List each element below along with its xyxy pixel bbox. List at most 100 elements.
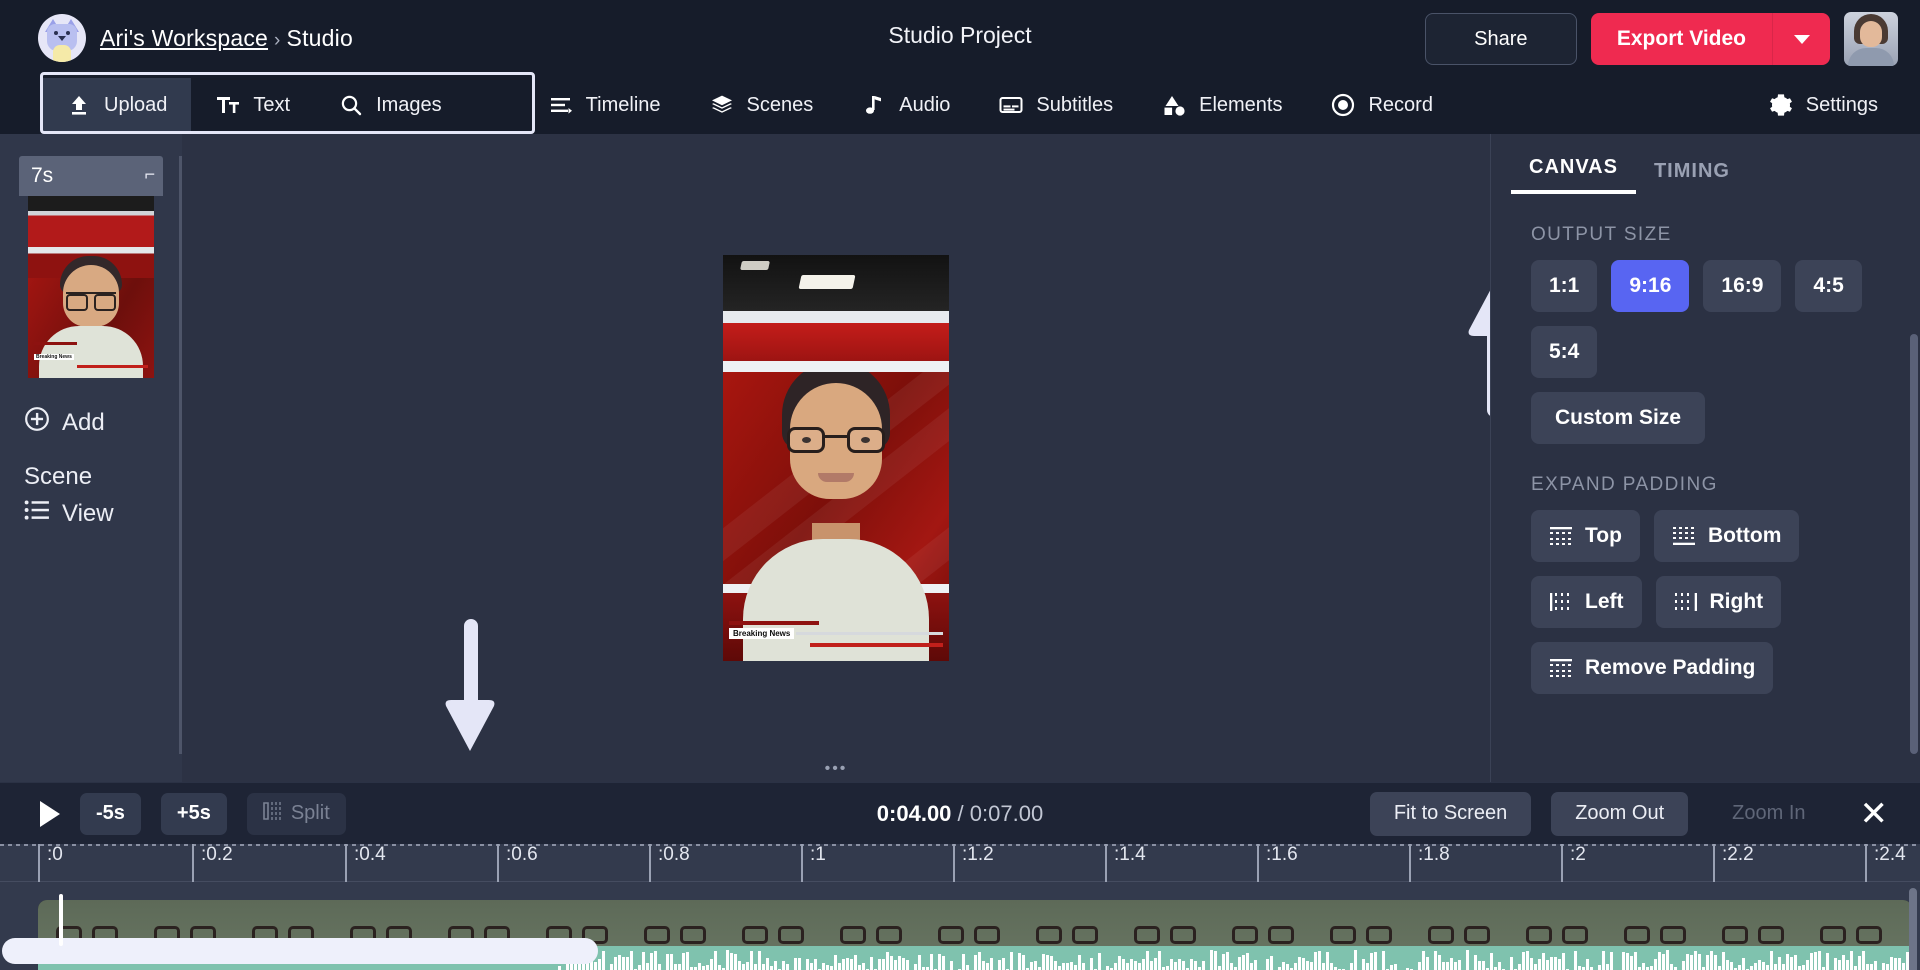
tab-upload[interactable]: Upload xyxy=(42,78,191,132)
remove-padding-button[interactable]: Remove Padding xyxy=(1531,642,1773,694)
waveform-peak xyxy=(1490,953,1493,970)
split-button[interactable]: Split xyxy=(247,793,346,835)
waveform-peak xyxy=(658,964,661,970)
padding-group-3: Remove Padding xyxy=(1491,642,1920,694)
tab-subtitles[interactable]: Subtitles xyxy=(974,78,1137,132)
scene-view-label: View xyxy=(62,500,114,528)
scene-thumbnail[interactable]: Breaking News xyxy=(28,196,154,378)
waveform-peak xyxy=(870,957,873,970)
waveform-peak xyxy=(742,964,745,970)
back-5s-button[interactable]: -5s xyxy=(80,793,141,835)
export-video-button[interactable]: Export Video xyxy=(1591,13,1772,65)
waveform-peak xyxy=(1550,957,1553,970)
waveform-peak xyxy=(1426,957,1429,970)
zoom-in-button: Zoom In xyxy=(1708,792,1829,836)
pad-top-icon xyxy=(1549,526,1573,546)
avatar[interactable] xyxy=(1844,12,1898,66)
ruler-tick: :2.2 xyxy=(1713,844,1754,882)
padding-right-button[interactable]: Right xyxy=(1656,576,1782,628)
tab-elements[interactable]: Elements xyxy=(1137,78,1306,132)
waveform-peak xyxy=(1366,963,1369,970)
waveform-peak xyxy=(1146,951,1149,970)
ratio-9-16-button[interactable]: 9:16 xyxy=(1611,260,1689,312)
waveform-peak xyxy=(1850,951,1853,970)
waveform-peak xyxy=(1534,964,1537,970)
scenes-rail: 7s ⌐ Breaking News xyxy=(0,134,182,782)
ratio-16-9-button[interactable]: 16:9 xyxy=(1703,260,1781,312)
waveform-peak xyxy=(682,953,685,970)
waveform-peak xyxy=(842,959,845,970)
breadcrumb-workspace[interactable]: Ari's Workspace xyxy=(100,25,268,51)
tab-timing[interactable]: TIMING xyxy=(1636,160,1748,194)
canvas-area[interactable]: Breaking News ••• xyxy=(182,134,1490,782)
export-options-chevron-down-icon[interactable] xyxy=(1772,13,1830,65)
waveform-peak xyxy=(1350,963,1353,970)
waveform-peak xyxy=(1374,952,1377,970)
tab-settings[interactable]: Settings xyxy=(1744,78,1902,132)
play-icon[interactable] xyxy=(40,801,60,827)
remove-padding-label: Remove Padding xyxy=(1585,656,1755,680)
add-scene-button[interactable]: Add xyxy=(0,406,182,439)
waveform-peak xyxy=(598,959,601,970)
tab-canvas[interactable]: CANVAS xyxy=(1511,156,1636,194)
tab-audio[interactable]: Audio xyxy=(837,78,974,132)
waveform-peak xyxy=(1726,960,1729,970)
timeline-panel[interactable]: :0 :0.2 :0.4 :0.6 :0.8 :1 :1.2 :1.4 :1.6… xyxy=(0,844,1920,970)
forward-5s-button[interactable]: +5s xyxy=(161,793,227,835)
tab-timeline[interactable]: Timeline xyxy=(524,78,685,132)
timeline-ruler[interactable]: :0 :0.2 :0.4 :0.6 :0.8 :1 :1.2 :1.4 :1.6… xyxy=(0,844,1920,882)
ruler-tick: :0.4 xyxy=(345,844,386,882)
waveform-peak xyxy=(1234,967,1237,970)
waveform-peak xyxy=(1790,957,1793,970)
tab-images[interactable]: Images xyxy=(314,78,466,132)
padding-left-button[interactable]: Left xyxy=(1531,576,1642,628)
ratio-1-1-button[interactable]: 1:1 xyxy=(1531,260,1597,312)
video-preview[interactable]: Breaking News xyxy=(723,255,949,661)
pad-bottom-icon xyxy=(1672,526,1696,546)
padding-bottom-button[interactable]: Bottom xyxy=(1654,510,1799,562)
tab-scenes[interactable]: Scenes xyxy=(685,78,838,132)
waveform-peak xyxy=(1058,966,1061,970)
panel-resize-grip[interactable]: ••• xyxy=(825,760,848,778)
crop-bracket-icon: ⌐ xyxy=(144,164,155,185)
waveform-peak xyxy=(1478,961,1481,970)
properties-scrollbar[interactable] xyxy=(1910,334,1918,754)
waveform-peak xyxy=(1558,959,1561,970)
waveform-peak xyxy=(830,966,833,970)
waveform-peak xyxy=(1034,961,1037,970)
cat-avatar-icon[interactable] xyxy=(38,14,86,62)
scene-view-button[interactable]: View xyxy=(0,499,182,528)
padding-top-label: Top xyxy=(1585,524,1622,548)
scene-duration-chip[interactable]: 7s ⌐ xyxy=(19,156,163,196)
waveform-peak xyxy=(1886,964,1889,970)
waveform-peak xyxy=(1306,961,1309,970)
waveform-peak xyxy=(714,951,717,970)
tab-record[interactable]: Record xyxy=(1306,78,1456,132)
ratio-4-5-button[interactable]: 4:5 xyxy=(1795,260,1861,312)
waveform-peak xyxy=(1658,952,1661,970)
close-icon[interactable]: ✕ xyxy=(1850,797,1899,831)
waveform-peak xyxy=(646,963,649,970)
playhead[interactable] xyxy=(59,894,63,946)
share-button[interactable]: Share xyxy=(1425,13,1577,65)
waveform-peak xyxy=(762,964,765,970)
waveform-peak xyxy=(1458,960,1461,970)
waveform-peak xyxy=(846,958,849,970)
timeline-vertical-scrollbar[interactable] xyxy=(1909,888,1917,970)
tab-text[interactable]: Text xyxy=(191,78,314,132)
ratio-5-4-button[interactable]: 5:4 xyxy=(1531,326,1597,378)
waveform-peak xyxy=(1158,951,1161,970)
padding-top-button[interactable]: Top xyxy=(1531,510,1640,562)
zoom-out-button[interactable]: Zoom Out xyxy=(1551,792,1688,836)
waveform-peak xyxy=(1050,956,1053,970)
ruler-tick: :2 xyxy=(1561,844,1586,882)
waveform-peak xyxy=(1750,966,1753,970)
waveform-peak xyxy=(1418,962,1421,970)
waveform-peak xyxy=(1126,963,1129,970)
timeline-horizontal-scrollbar[interactable] xyxy=(2,938,598,964)
scene-card[interactable]: 7s ⌐ Breaking News xyxy=(19,156,163,378)
waveform-peak xyxy=(1890,957,1893,970)
tab-timeline-label: Timeline xyxy=(586,94,661,117)
custom-size-button[interactable]: Custom Size xyxy=(1531,392,1705,444)
fit-to-screen-button[interactable]: Fit to Screen xyxy=(1370,792,1531,836)
